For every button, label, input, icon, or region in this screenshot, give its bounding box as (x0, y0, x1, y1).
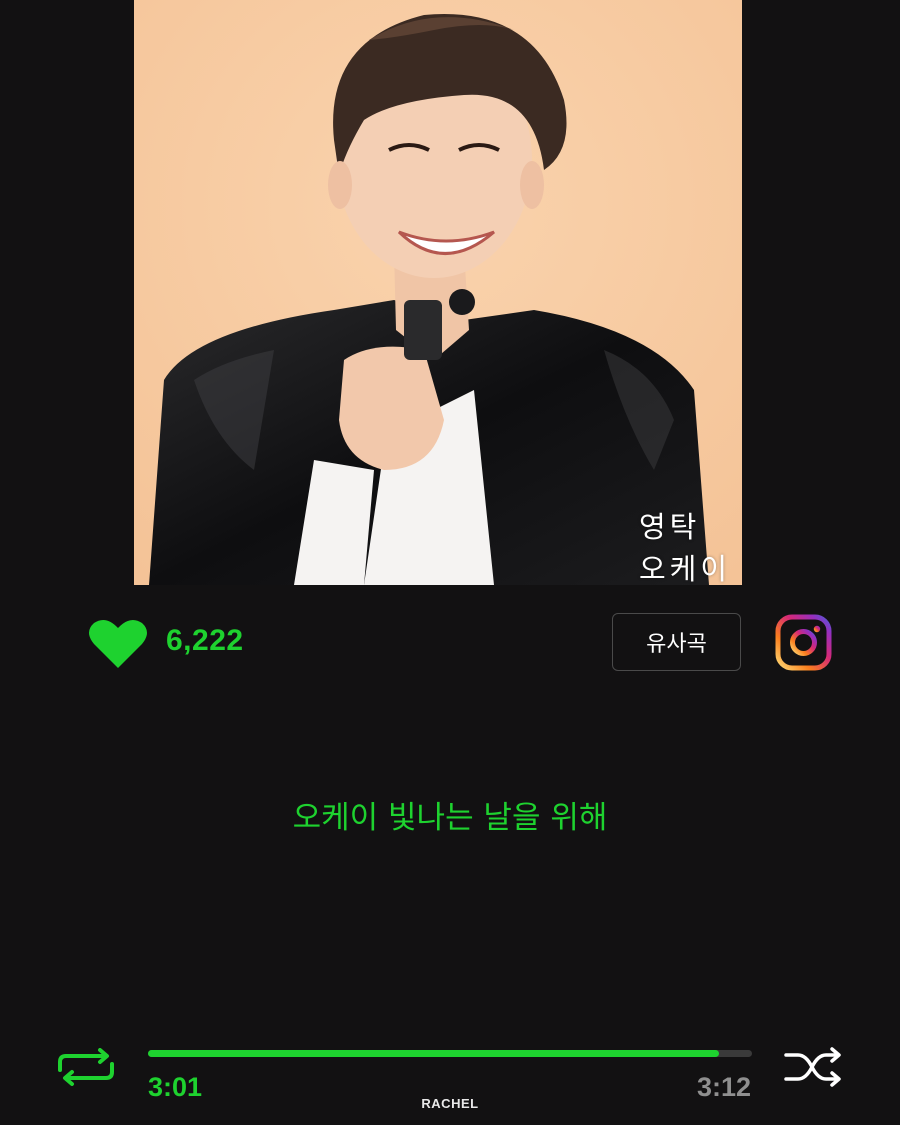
like-button[interactable] (88, 618, 148, 670)
progress-bar[interactable] (148, 1050, 752, 1057)
heart-icon (89, 619, 147, 668)
similar-songs-button[interactable]: 유사곡 (612, 613, 741, 671)
like-count: 6,222 (166, 624, 244, 657)
album-art: 영탁 오케이 (134, 0, 742, 585)
repeat-icon (58, 1048, 114, 1086)
shuffle-icon (784, 1047, 841, 1087)
repeat-button[interactable] (56, 1048, 116, 1086)
current-lyric-line: 오케이 빛나는 날을 위해 (292, 800, 608, 836)
instagram-icon (775, 614, 832, 671)
instagram-button[interactable] (775, 614, 832, 671)
album-photo (134, 0, 742, 585)
progress-fill (148, 1050, 719, 1057)
shuffle-button[interactable] (784, 1047, 844, 1087)
watermark: RACHEL (421, 1096, 479, 1111)
album-caption: 영탁 오케이 (639, 510, 732, 585)
